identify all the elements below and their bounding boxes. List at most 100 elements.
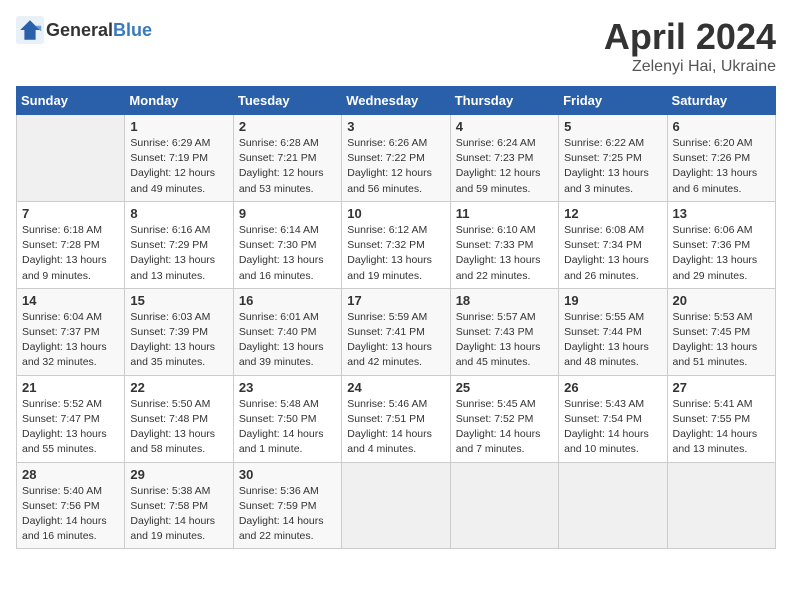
- day-number: 17: [347, 293, 444, 308]
- day-info: Sunrise: 6:08 AMSunset: 7:34 PMDaylight:…: [564, 223, 661, 284]
- calendar-cell: 27 Sunrise: 5:41 AMSunset: 7:55 PMDayligh…: [667, 375, 775, 462]
- day-info: Sunrise: 6:01 AMSunset: 7:40 PMDaylight:…: [239, 310, 336, 371]
- day-info: Sunrise: 6:29 AMSunset: 7:19 PMDaylight:…: [130, 136, 227, 197]
- day-info: Sunrise: 6:18 AMSunset: 7:28 PMDaylight:…: [22, 223, 119, 284]
- day-number: 6: [673, 119, 770, 134]
- day-info: Sunrise: 5:59 AMSunset: 7:41 PMDaylight:…: [347, 310, 444, 371]
- logo-blue-text: Blue: [113, 20, 152, 40]
- calendar-cell: [450, 462, 558, 549]
- weekday-header-monday: Monday: [125, 87, 233, 115]
- calendar-cell: 30 Sunrise: 5:36 AMSunset: 7:59 PMDayligh…: [233, 462, 341, 549]
- calendar-cell: [667, 462, 775, 549]
- day-number: 25: [456, 380, 553, 395]
- day-info: Sunrise: 5:45 AMSunset: 7:52 PMDaylight:…: [456, 397, 553, 458]
- calendar-cell: 18 Sunrise: 5:57 AMSunset: 7:43 PMDayligh…: [450, 288, 558, 375]
- calendar-cell: 23 Sunrise: 5:48 AMSunset: 7:50 PMDayligh…: [233, 375, 341, 462]
- day-number: 1: [130, 119, 227, 134]
- calendar-cell: [342, 462, 450, 549]
- day-number: 7: [22, 206, 119, 221]
- day-number: 24: [347, 380, 444, 395]
- day-info: Sunrise: 6:14 AMSunset: 7:30 PMDaylight:…: [239, 223, 336, 284]
- main-title: April 2024: [604, 16, 776, 58]
- day-info: Sunrise: 6:22 AMSunset: 7:25 PMDaylight:…: [564, 136, 661, 197]
- weekday-header-sunday: Sunday: [17, 87, 125, 115]
- day-info: Sunrise: 6:04 AMSunset: 7:37 PMDaylight:…: [22, 310, 119, 371]
- day-number: 3: [347, 119, 444, 134]
- day-info: Sunrise: 5:57 AMSunset: 7:43 PMDaylight:…: [456, 310, 553, 371]
- calendar-table: SundayMondayTuesdayWednesdayThursdayFrid…: [16, 86, 776, 549]
- calendar-cell: 21 Sunrise: 5:52 AMSunset: 7:47 PMDayligh…: [17, 375, 125, 462]
- calendar-cell: 5 Sunrise: 6:22 AMSunset: 7:25 PMDaylight…: [559, 115, 667, 202]
- day-number: 10: [347, 206, 444, 221]
- week-row-1: 1 Sunrise: 6:29 AMSunset: 7:19 PMDaylight…: [17, 115, 776, 202]
- calendar-cell: 15 Sunrise: 6:03 AMSunset: 7:39 PMDayligh…: [125, 288, 233, 375]
- day-number: 20: [673, 293, 770, 308]
- day-info: Sunrise: 6:24 AMSunset: 7:23 PMDaylight:…: [456, 136, 553, 197]
- calendar-cell: 14 Sunrise: 6:04 AMSunset: 7:37 PMDayligh…: [17, 288, 125, 375]
- calendar-cell: 7 Sunrise: 6:18 AMSunset: 7:28 PMDaylight…: [17, 201, 125, 288]
- weekday-header-row: SundayMondayTuesdayWednesdayThursdayFrid…: [17, 87, 776, 115]
- day-info: Sunrise: 5:41 AMSunset: 7:55 PMDaylight:…: [673, 397, 770, 458]
- day-number: 22: [130, 380, 227, 395]
- logo: GeneralBlue: [16, 16, 152, 44]
- calendar-cell: 28 Sunrise: 5:40 AMSunset: 7:56 PMDayligh…: [17, 462, 125, 549]
- calendar-cell: 10 Sunrise: 6:12 AMSunset: 7:32 PMDayligh…: [342, 201, 450, 288]
- day-info: Sunrise: 6:28 AMSunset: 7:21 PMDaylight:…: [239, 136, 336, 197]
- day-info: Sunrise: 5:52 AMSunset: 7:47 PMDaylight:…: [22, 397, 119, 458]
- calendar-cell: 22Sunrise: 5:50 AMSunset: 7:48 PMDayligh…: [125, 375, 233, 462]
- day-number: 9: [239, 206, 336, 221]
- calendar-cell: 2 Sunrise: 6:28 AMSunset: 7:21 PMDaylight…: [233, 115, 341, 202]
- week-row-5: 28 Sunrise: 5:40 AMSunset: 7:56 PMDayligh…: [17, 462, 776, 549]
- day-number: 19: [564, 293, 661, 308]
- calendar-cell: 8 Sunrise: 6:16 AMSunset: 7:29 PMDaylight…: [125, 201, 233, 288]
- day-number: 23: [239, 380, 336, 395]
- day-info: Sunrise: 6:06 AMSunset: 7:36 PMDaylight:…: [673, 223, 770, 284]
- calendar-cell: [17, 115, 125, 202]
- calendar-cell: 13 Sunrise: 6:06 AMSunset: 7:36 PMDayligh…: [667, 201, 775, 288]
- day-number: 15: [130, 293, 227, 308]
- calendar-cell: 4Sunrise: 6:24 AMSunset: 7:23 PMDaylight…: [450, 115, 558, 202]
- calendar-cell: 6 Sunrise: 6:20 AMSunset: 7:26 PMDaylight…: [667, 115, 775, 202]
- day-info: Sunrise: 6:12 AMSunset: 7:32 PMDaylight:…: [347, 223, 444, 284]
- calendar-cell: 11Sunrise: 6:10 AMSunset: 7:33 PMDayligh…: [450, 201, 558, 288]
- day-info: Sunrise: 6:26 AMSunset: 7:22 PMDaylight:…: [347, 136, 444, 197]
- day-info: Sunrise: 6:20 AMSunset: 7:26 PMDaylight:…: [673, 136, 770, 197]
- week-row-2: 7 Sunrise: 6:18 AMSunset: 7:28 PMDaylight…: [17, 201, 776, 288]
- day-number: 28: [22, 467, 119, 482]
- day-number: 29: [130, 467, 227, 482]
- day-number: 27: [673, 380, 770, 395]
- day-number: 2: [239, 119, 336, 134]
- day-info: Sunrise: 5:40 AMSunset: 7:56 PMDaylight:…: [22, 484, 119, 545]
- calendar-cell: 1 Sunrise: 6:29 AMSunset: 7:19 PMDaylight…: [125, 115, 233, 202]
- day-number: 18: [456, 293, 553, 308]
- weekday-header-saturday: Saturday: [667, 87, 775, 115]
- week-row-4: 21 Sunrise: 5:52 AMSunset: 7:47 PMDayligh…: [17, 375, 776, 462]
- title-block: April 2024 Zelenyi Hai, Ukraine: [604, 16, 776, 76]
- calendar-cell: 29 Sunrise: 5:38 AMSunset: 7:58 PMDayligh…: [125, 462, 233, 549]
- weekday-header-tuesday: Tuesday: [233, 87, 341, 115]
- day-number: 8: [130, 206, 227, 221]
- calendar-cell: 16 Sunrise: 6:01 AMSunset: 7:40 PMDayligh…: [233, 288, 341, 375]
- day-info: Sunrise: 5:38 AMSunset: 7:58 PMDaylight:…: [130, 484, 227, 545]
- day-info: Sunrise: 5:48 AMSunset: 7:50 PMDaylight:…: [239, 397, 336, 458]
- day-info: Sunrise: 5:46 AMSunset: 7:51 PMDaylight:…: [347, 397, 444, 458]
- day-number: 11: [456, 206, 553, 221]
- day-number: 12: [564, 206, 661, 221]
- calendar-cell: 25 Sunrise: 5:45 AMSunset: 7:52 PMDayligh…: [450, 375, 558, 462]
- day-number: 21: [22, 380, 119, 395]
- day-number: 30: [239, 467, 336, 482]
- day-number: 13: [673, 206, 770, 221]
- page-header: GeneralBlue April 2024 Zelenyi Hai, Ukra…: [16, 16, 776, 76]
- logo-general-text: General: [46, 20, 113, 40]
- calendar-cell: 24 Sunrise: 5:46 AMSunset: 7:51 PMDayligh…: [342, 375, 450, 462]
- calendar-cell: 26Sunrise: 5:43 AMSunset: 7:54 PMDayligh…: [559, 375, 667, 462]
- day-number: 16: [239, 293, 336, 308]
- day-info: Sunrise: 6:16 AMSunset: 7:29 PMDaylight:…: [130, 223, 227, 284]
- day-number: 5: [564, 119, 661, 134]
- calendar-cell: 3 Sunrise: 6:26 AMSunset: 7:22 PMDaylight…: [342, 115, 450, 202]
- day-info: Sunrise: 5:36 AMSunset: 7:59 PMDaylight:…: [239, 484, 336, 545]
- day-info: Sunrise: 6:03 AMSunset: 7:39 PMDaylight:…: [130, 310, 227, 371]
- day-number: 14: [22, 293, 119, 308]
- weekday-header-friday: Friday: [559, 87, 667, 115]
- day-info: Sunrise: 5:55 AMSunset: 7:44 PMDaylight:…: [564, 310, 661, 371]
